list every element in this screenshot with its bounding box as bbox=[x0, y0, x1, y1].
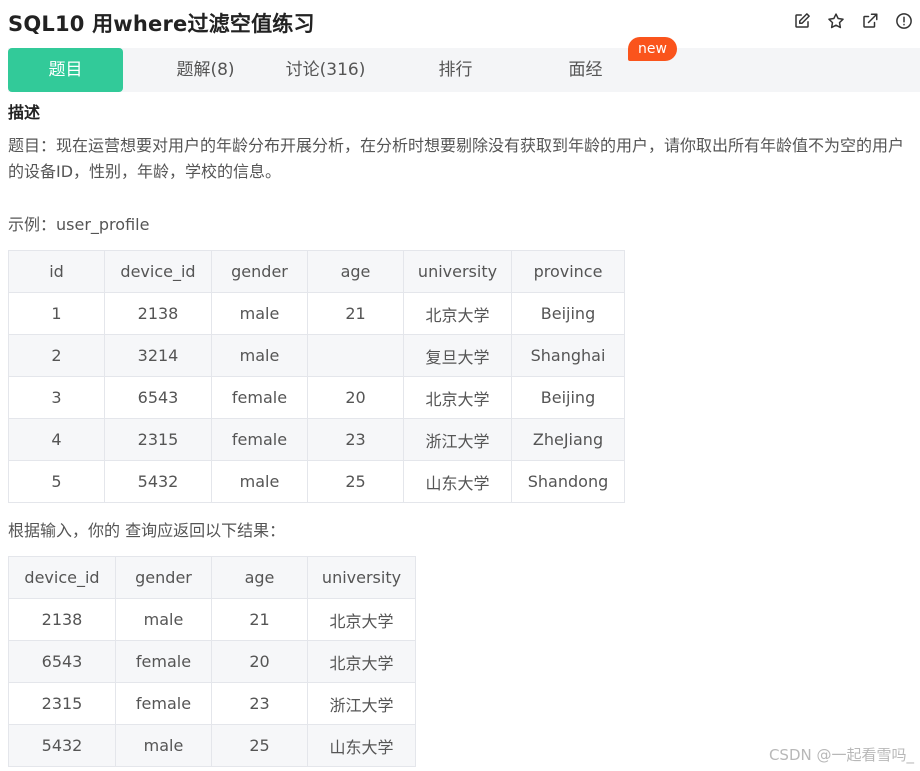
table-row: 3 6543 female 20 北京大学 Beijing bbox=[8, 376, 625, 419]
table-cell: Shanghai bbox=[511, 334, 625, 377]
table-cell: 25 bbox=[211, 724, 308, 767]
table-cell: male bbox=[211, 460, 308, 503]
table-cell: male bbox=[211, 334, 308, 377]
table-cell: 5 bbox=[8, 460, 105, 503]
table-header-row: device_id gender age university bbox=[8, 556, 416, 599]
new-badge: new bbox=[628, 37, 677, 61]
table-cell: female bbox=[211, 376, 308, 419]
table-row: 2138 male 21 北京大学 bbox=[8, 598, 416, 641]
table-header-row: id device_id gender age university province bbox=[8, 250, 625, 293]
table-cell: 23 bbox=[211, 682, 308, 725]
table-cell: Shandong bbox=[511, 460, 625, 503]
table-cell: 北京大学 bbox=[307, 640, 416, 683]
watermark: CSDN @一起看雪吗_ bbox=[768, 746, 914, 764]
report-icon[interactable] bbox=[894, 11, 914, 31]
share-icon[interactable] bbox=[860, 11, 880, 31]
tab-solutions[interactable]: 题解(8) bbox=[148, 48, 263, 92]
table-cell: Beijing bbox=[511, 376, 625, 419]
table-cell: 2315 bbox=[104, 418, 212, 461]
column-header: device_id bbox=[104, 250, 212, 293]
column-header: university bbox=[403, 250, 512, 293]
table-cell: 23 bbox=[307, 418, 404, 461]
table-cell bbox=[307, 334, 404, 377]
table-cell: 4 bbox=[8, 418, 105, 461]
table-cell: 2 bbox=[8, 334, 105, 377]
table-cell: 21 bbox=[307, 292, 404, 335]
column-header: province bbox=[511, 250, 625, 293]
table-cell: 北京大学 bbox=[403, 292, 512, 335]
page-title: SQL10 用where过滤空值练习 bbox=[8, 12, 315, 36]
description-heading: 描述 bbox=[8, 103, 41, 122]
table-cell: 5432 bbox=[104, 460, 212, 503]
table-cell: 北京大学 bbox=[307, 598, 416, 641]
result-label: 根据输入，你的 查询应返回以下结果： bbox=[8, 521, 286, 540]
column-header: age bbox=[307, 250, 404, 293]
table-cell: ZheJiang bbox=[511, 418, 625, 461]
edit-icon[interactable] bbox=[792, 11, 812, 31]
table-cell: 6543 bbox=[104, 376, 212, 419]
column-header: gender bbox=[115, 556, 212, 599]
table-row: 4 2315 female 23 浙江大学 ZheJiang bbox=[8, 418, 625, 461]
table-cell: 25 bbox=[307, 460, 404, 503]
table-row: 1 2138 male 21 北京大学 Beijing bbox=[8, 292, 625, 335]
table-cell: 5432 bbox=[8, 724, 116, 767]
table-cell: female bbox=[115, 640, 212, 683]
table-row: 2315 female 23 浙江大学 bbox=[8, 682, 416, 725]
table-cell: 浙江大学 bbox=[403, 418, 512, 461]
star-icon[interactable] bbox=[826, 11, 846, 31]
table-cell: 20 bbox=[211, 640, 308, 683]
column-header: device_id bbox=[8, 556, 116, 599]
column-header: id bbox=[8, 250, 105, 293]
table-row: 2 3214 male 复旦大学 Shanghai bbox=[8, 334, 625, 377]
result-table: device_id gender age university 2138 male 21 北… bbox=[8, 556, 416, 767]
tab-problem[interactable]: 题目 bbox=[8, 48, 123, 92]
column-header: gender bbox=[211, 250, 308, 293]
table-row: 6543 female 20 北京大学 bbox=[8, 640, 416, 683]
table-cell: Beijing bbox=[511, 292, 625, 335]
table-cell: 21 bbox=[211, 598, 308, 641]
tab-ranking[interactable]: 排行 bbox=[398, 48, 513, 92]
table-cell: 1 bbox=[8, 292, 105, 335]
column-header: age bbox=[211, 556, 308, 599]
table-cell: 山东大学 bbox=[403, 460, 512, 503]
table-row: 5432 male 25 山东大学 bbox=[8, 724, 416, 767]
example-table: id device_id gender age university province 1… bbox=[8, 250, 625, 503]
table-cell: male bbox=[115, 598, 212, 641]
table-cell: 3 bbox=[8, 376, 105, 419]
table-cell: 2138 bbox=[8, 598, 116, 641]
title-actions bbox=[792, 11, 914, 31]
tab-discussion[interactable]: 讨论(316) bbox=[268, 48, 383, 92]
table-cell: 北京大学 bbox=[403, 376, 512, 419]
table-cell: 20 bbox=[307, 376, 404, 419]
table-row: 5 5432 male 25 山东大学 Shandong bbox=[8, 460, 625, 503]
example-label: 示例：user_profile bbox=[8, 215, 150, 234]
table-cell: male bbox=[211, 292, 308, 335]
tab-bar: 题目 题解(8) 讨论(316) 排行 面经 bbox=[8, 48, 920, 92]
problem-description: 题目：现在运营想要对用户的年龄分布开展分析，在分析时想要剔除没有获取到年龄的用户… bbox=[8, 136, 905, 181]
table-cell: male bbox=[115, 724, 212, 767]
table-cell: female bbox=[211, 418, 308, 461]
table-cell: female bbox=[115, 682, 212, 725]
table-cell: 山东大学 bbox=[307, 724, 416, 767]
table-cell: 2315 bbox=[8, 682, 116, 725]
table-cell: 3214 bbox=[104, 334, 212, 377]
table-cell: 复旦大学 bbox=[403, 334, 512, 377]
table-cell: 2138 bbox=[104, 292, 212, 335]
table-cell: 6543 bbox=[8, 640, 116, 683]
tab-interview[interactable]: 面经 bbox=[528, 48, 643, 92]
column-header: university bbox=[307, 556, 416, 599]
table-cell: 浙江大学 bbox=[307, 682, 416, 725]
